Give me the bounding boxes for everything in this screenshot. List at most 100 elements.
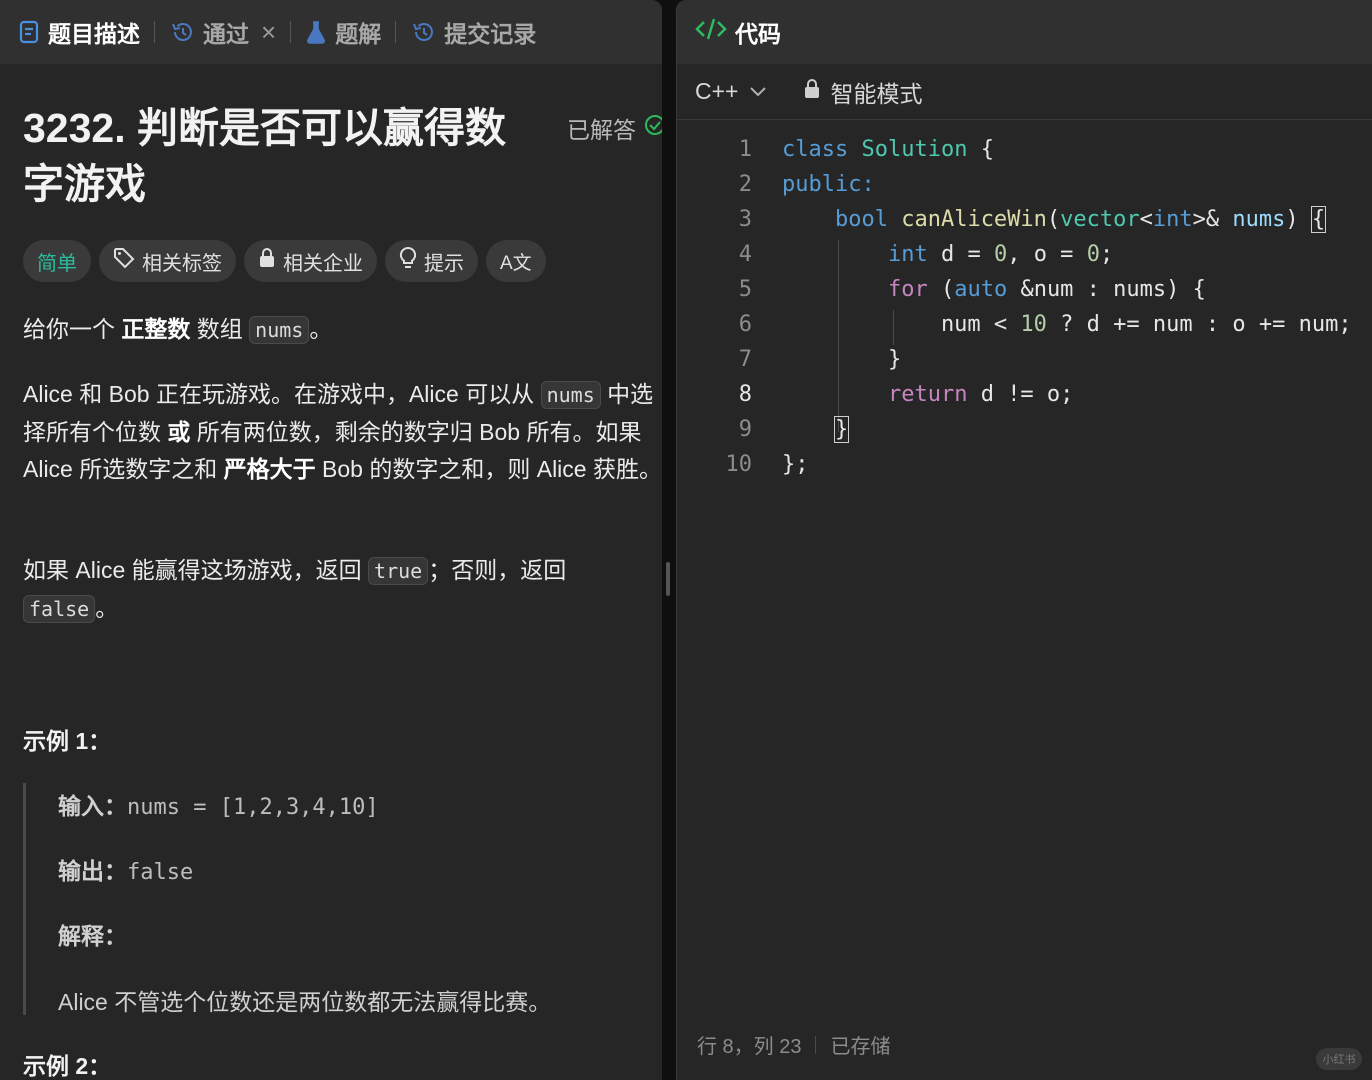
editor-toolbar: C++ 智能模式 xyxy=(677,64,1372,120)
editor-status-bar: 行 8，列 23 已存储 xyxy=(697,1030,890,1059)
flask-icon xyxy=(305,20,327,44)
desc-text: 。 xyxy=(309,316,333,342)
input-label: 输入： xyxy=(58,793,127,819)
hint-label: 提示 xyxy=(424,252,464,275)
solved-label: 已解答 xyxy=(567,117,636,143)
desc-bold: 或 xyxy=(167,419,191,445)
line-number: 9 xyxy=(738,417,752,442)
inline-code: nums xyxy=(540,381,601,409)
description-paragraph-1: 给你一个 正整数 数组 nums。 xyxy=(23,311,662,349)
tab-submissions[interactable]: 提交记录 xyxy=(410,15,550,49)
code-line: }; xyxy=(782,452,809,477)
history-icon xyxy=(410,20,436,44)
tab-solutions-label: 题解 xyxy=(335,21,382,47)
code-header-label: 代码 xyxy=(735,21,781,47)
line-number: 3 xyxy=(738,207,752,232)
code-line: num < 10 ? d += num : o += num; xyxy=(782,312,1352,337)
code-panel: 代码 C++ 智能模式 1 2 3 4 5 6 7 8 9 10 class S… xyxy=(676,0,1372,1080)
code-line: int d = 0, o = 0; xyxy=(887,242,1114,267)
input-value: nums = [1,2,3,4,10] xyxy=(127,795,379,820)
problem-tabs: 题目描述 通过 × 题解 提交记录 xyxy=(0,0,662,64)
tab-submissions-label: 提交记录 xyxy=(444,21,537,47)
related-companies-button[interactable]: 相关企业 xyxy=(244,240,377,282)
save-status: 已存储 xyxy=(830,1036,891,1058)
desc-text: 如果 Alice 能赢得这场游戏，返回 xyxy=(23,557,369,583)
example-1-title: 示例 1： xyxy=(23,728,112,754)
desc-text: ；否则，返回 xyxy=(428,557,567,583)
tab-description-label: 题目描述 xyxy=(48,21,140,47)
problem-panel: 题目描述 通过 × 题解 提交记录 3232. 判断是否可以赢得数字游戏 已解答 xyxy=(0,0,662,1080)
tab-divider xyxy=(154,21,155,43)
code-line: for (auto &num : nums) { xyxy=(887,277,1206,302)
language-label: C++ xyxy=(695,78,739,104)
line-number: 5 xyxy=(738,277,752,302)
desc-text: Alice 和 Bob 正在玩游戏。在游戏中，Alice 可以从 xyxy=(23,381,541,407)
problem-tags: 简单 相关标签 相关企业 提示 A文 xyxy=(23,240,546,282)
line-number: 7 xyxy=(738,347,752,372)
related-tags-label: 相关标签 xyxy=(142,252,222,275)
example-explain-label: 解释： xyxy=(58,917,127,951)
inline-code: nums xyxy=(249,316,310,344)
output-label: 输出： xyxy=(58,858,127,884)
lock-icon xyxy=(258,247,276,275)
solved-status: 已解答 xyxy=(567,111,662,145)
problem-title: 3232. 判断是否可以赢得数字游戏 xyxy=(23,105,506,207)
code-line: } xyxy=(782,347,902,372)
tab-divider xyxy=(290,21,292,43)
code-line: public: xyxy=(782,172,875,197)
related-companies-label: 相关企业 xyxy=(283,252,363,275)
lock-icon xyxy=(804,78,820,105)
code-icon xyxy=(695,17,727,47)
output-value: false xyxy=(127,860,194,885)
desc-text: 数组 xyxy=(190,316,250,342)
difficulty-badge: 简单 xyxy=(23,240,91,282)
code-line: bool canAliceWin(vector<int>& nums) { xyxy=(834,206,1327,233)
description-paragraph-3: 如果 Alice 能赢得这场游戏，返回 true ；否则，返回 false。 xyxy=(23,552,623,628)
line-number: 10 xyxy=(725,452,753,477)
related-tags-button[interactable]: 相关标签 xyxy=(99,240,236,282)
history-icon xyxy=(169,20,195,44)
desc-text: Bob 的数字之和，则 Alice 获胜。 xyxy=(315,456,662,482)
tag-icon xyxy=(113,247,135,275)
code-line: class Solution { xyxy=(782,137,994,162)
inline-code: false xyxy=(23,595,96,623)
tab-accepted[interactable]: 通过 × xyxy=(169,15,290,49)
tab-description[interactable]: 题目描述 xyxy=(18,15,154,49)
status-divider xyxy=(815,1035,817,1054)
smart-mode-toggle[interactable]: 智能模式 xyxy=(804,75,922,109)
description-paragraph-2: Alice 和 Bob 正在玩游戏。在游戏中，Alice 可以从 nums 中选… xyxy=(23,376,662,488)
close-icon[interactable]: × xyxy=(261,17,276,48)
example-explain-text: Alice 不管选个位数还是两位数都无法赢得比赛。 xyxy=(58,989,552,1015)
inline-code: true xyxy=(368,557,429,585)
hint-button[interactable]: 提示 xyxy=(385,240,478,282)
desc-bold: 严格大于 xyxy=(223,456,316,482)
watermark-logo: 小红书 xyxy=(1316,1048,1362,1070)
line-number: 6 xyxy=(738,312,752,337)
example-1-block: 输入：nums = [1,2,3,4,10] 输出：false 解释： Alic… xyxy=(23,783,643,1015)
desc-text: 给你一个 xyxy=(23,316,122,342)
tab-solutions[interactable]: 题解 xyxy=(305,15,395,49)
explain-label: 解释： xyxy=(58,923,127,949)
tab-divider xyxy=(395,21,397,43)
language-select[interactable]: C++ xyxy=(695,78,768,105)
line-number: 1 xyxy=(738,137,752,162)
description-icon xyxy=(18,20,40,44)
line-number: 4 xyxy=(738,242,752,267)
code-header: 代码 xyxy=(677,0,1372,64)
code-editor[interactable]: 1 2 3 4 5 6 7 8 9 10 class Solution { pu… xyxy=(677,132,1372,992)
lightbulb-icon xyxy=(399,246,417,276)
translate-button[interactable]: A文 xyxy=(486,240,546,282)
line-number: 8 xyxy=(738,382,752,407)
cursor-position: 行 8，列 23 xyxy=(697,1036,802,1058)
panel-resize-handle[interactable] xyxy=(666,562,670,596)
translate-icon: A文 xyxy=(500,252,532,274)
example-input: 输入：nums = [1,2,3,4,10] xyxy=(58,787,379,821)
example-2-title: 示例 2： xyxy=(23,1053,112,1079)
smart-mode-label: 智能模式 xyxy=(830,80,923,107)
example-output: 输出：false xyxy=(58,852,193,886)
chevron-down-icon xyxy=(748,78,768,105)
desc-text: 。 xyxy=(95,595,119,621)
line-number: 2 xyxy=(738,172,752,197)
code-line: } xyxy=(833,416,850,443)
tab-accepted-label: 通过 xyxy=(203,21,249,47)
